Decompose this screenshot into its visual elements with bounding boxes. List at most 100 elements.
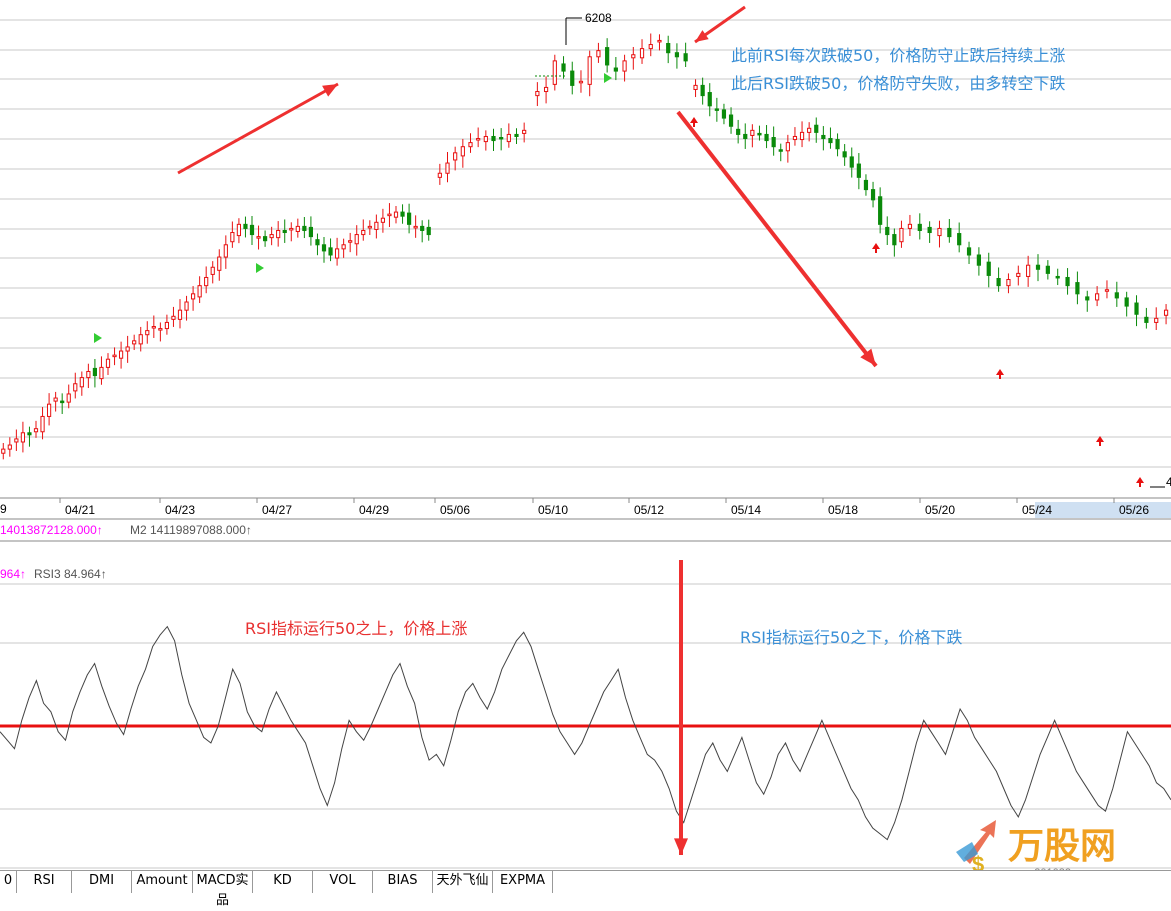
watermark-brand: 万股网: [1008, 825, 1116, 866]
candle-body: [380, 217, 386, 223]
candle-body: [778, 149, 783, 152]
buy-signal-icon: [256, 263, 264, 273]
chart-canvas: 6208 4 9 04/21 04/23 04/27 04/29 05/06 05/10 05/…: [0, 5, 1171, 869]
tab-vol[interactable]: VOL: [313, 871, 373, 893]
candle-body: [543, 86, 549, 93]
candle-body: [842, 151, 847, 158]
tab-天外飞仙[interactable]: 天外飞仙: [433, 871, 493, 893]
candle-body: [1065, 276, 1070, 287]
candle-body: [1095, 293, 1100, 301]
candle-body: [483, 135, 488, 143]
x-axis: 9 04/21 04/23 04/27 04/29 05/06 05/10 05/12 05/1…: [0, 498, 1171, 542]
candle-body: [757, 132, 762, 136]
candle-body: [334, 248, 340, 259]
candle-body: [1144, 316, 1149, 323]
candle-body: [105, 358, 111, 368]
candle-body: [1, 448, 6, 454]
tab-macd实品[interactable]: MACD实品: [193, 871, 253, 908]
candle-body: [393, 211, 399, 218]
arrow-downtrend-shaft: [676, 110, 878, 368]
sell-signal-icon: [872, 243, 880, 253]
tab-kd[interactable]: KD: [253, 871, 313, 893]
arrow-peak-head: [695, 30, 709, 42]
candle-body: [321, 244, 327, 252]
candle-body: [1134, 302, 1139, 315]
candle-body: [420, 225, 425, 231]
arrow-uptrend-shaft: [177, 82, 339, 175]
candle-body: [849, 156, 854, 168]
candle-body: [295, 225, 300, 233]
candle-body: [1075, 282, 1080, 295]
candle-body: [269, 234, 274, 239]
candle-body: [957, 233, 962, 246]
candle-body: [986, 261, 991, 276]
candle-body: [164, 321, 170, 330]
candle-body: [138, 334, 143, 345]
tab-0[interactable]: 0: [0, 871, 17, 893]
candle-body: [1016, 272, 1021, 277]
candle-body: [1124, 297, 1129, 307]
candle-body: [1045, 265, 1050, 274]
candle-body: [1104, 289, 1110, 292]
candle-body: [1055, 275, 1060, 279]
tab-rsi[interactable]: RSI: [17, 871, 72, 893]
candle-body: [899, 227, 904, 243]
x-axis-highlight: [1035, 502, 1171, 518]
candle-body: [33, 428, 39, 433]
candle-body: [792, 135, 798, 141]
candle-body: [354, 234, 359, 245]
candle-body: [700, 84, 705, 97]
candle-body: [707, 92, 712, 107]
candle-body: [721, 109, 727, 119]
candle-body: [1035, 264, 1041, 270]
candle-body: [118, 350, 124, 359]
candle-body: [53, 397, 58, 402]
candle-body: [236, 223, 242, 237]
candle-body: [750, 129, 755, 136]
x-tick-label: 05/14: [731, 503, 761, 517]
candle-body: [361, 229, 366, 236]
candle-body: [86, 370, 91, 379]
candle-body: [613, 67, 618, 72]
tab-amount[interactable]: Amount: [132, 871, 193, 893]
ma-m2-value: M2 14119897088.000↑: [130, 523, 252, 537]
candle-body: [302, 225, 307, 231]
candle-body: [807, 127, 812, 133]
candle-body: [674, 52, 680, 58]
candle-body: [92, 367, 98, 377]
candle-body: [315, 239, 320, 246]
candle-body: [587, 56, 592, 85]
tab-bias[interactable]: BIAS: [373, 871, 433, 893]
x-tick-label: 04/21: [65, 503, 95, 517]
candle-body: [151, 326, 156, 329]
ma-m1-value: 14013872128.000↑: [0, 523, 103, 537]
tab-expma[interactable]: EXPMA: [493, 871, 553, 893]
candle-body: [476, 138, 481, 141]
candle-body: [453, 152, 458, 161]
x-tick-label: 05/20: [925, 503, 955, 517]
x-tick-label: 9: [0, 502, 7, 516]
annotation-rsi-below: RSI指标运行50之下，价格下跌: [740, 628, 963, 647]
candle-body: [445, 162, 450, 174]
candle-body: [683, 53, 688, 62]
candle-body: [1006, 279, 1011, 287]
candle-body: [400, 211, 405, 217]
candle-body: [46, 403, 52, 417]
candle-body: [648, 44, 653, 50]
tab-dmi[interactable]: DMI: [72, 871, 132, 893]
candle-body: [570, 70, 575, 86]
candle-body: [856, 163, 861, 178]
candle-body: [535, 91, 540, 97]
candle-body: [835, 139, 840, 150]
candle-body: [1163, 309, 1169, 316]
candle-body: [132, 340, 137, 345]
candle-body: [785, 142, 790, 152]
candle-body: [40, 415, 45, 433]
candle-body: [927, 226, 932, 234]
candle-body: [578, 80, 584, 84]
candle-body: [907, 223, 913, 229]
candle-body: [73, 383, 78, 392]
candle-body: [491, 135, 496, 142]
candle-body: [878, 196, 883, 225]
annotation-arrows: [177, 5, 878, 855]
